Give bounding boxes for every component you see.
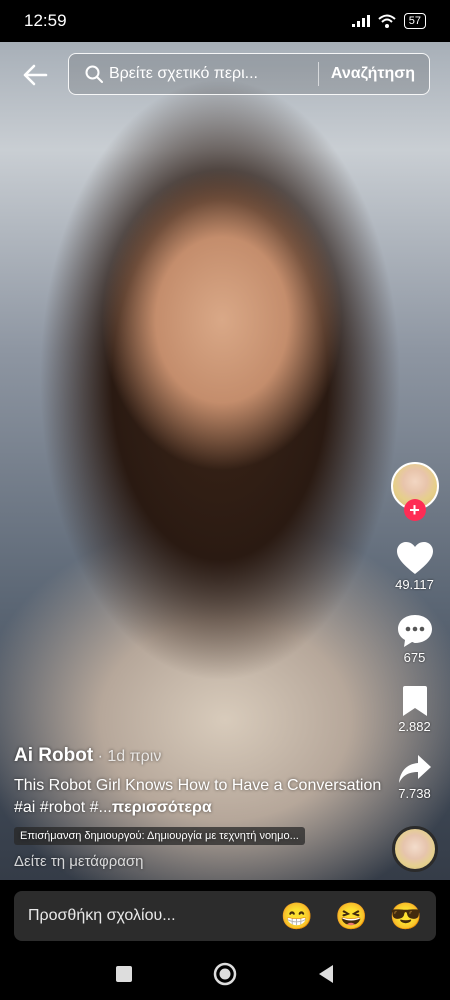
caption-text[interactable]: This Robot Girl Knows How to Have a Conv…: [14, 775, 384, 819]
emoji-cool-button[interactable]: 😎: [390, 901, 422, 932]
comment-icon: [397, 615, 432, 647]
share-button[interactable]: 7.738: [387, 754, 442, 801]
comment-button[interactable]: 675: [387, 614, 442, 665]
author-name[interactable]: Ai Robot: [14, 745, 93, 766]
see-more-link[interactable]: περισσότερα: [112, 799, 212, 816]
battery-icon: 57: [403, 13, 426, 29]
search-bar[interactable]: Βρείτε σχετικό περι... Αναζήτηση: [68, 53, 430, 95]
follow-plus-icon[interactable]: +: [403, 499, 426, 521]
share-icon: [398, 755, 431, 783]
translate-link[interactable]: Δείτε τη μετάφραση: [14, 853, 384, 870]
video-caption: Ai Robot · 1d πριν This Robot Girl Knows…: [14, 745, 384, 870]
arrow-left-icon: [23, 64, 48, 86]
emoji-laugh-button[interactable]: 😆: [335, 901, 367, 932]
status-icons: 57: [351, 13, 426, 29]
home-icon[interactable]: [213, 962, 237, 986]
creator-avatar-group[interactable]: +: [387, 462, 442, 521]
system-nav-bar: [0, 948, 450, 1000]
emoji-grin-button[interactable]: 😁: [281, 901, 313, 932]
comment-count: 675: [403, 650, 426, 665]
search-button[interactable]: Αναζήτηση: [317, 62, 429, 86]
recent-apps-icon[interactable]: [115, 965, 133, 983]
back-nav-icon[interactable]: [317, 964, 335, 984]
author-line: Ai Robot · 1d πριν: [14, 745, 384, 767]
comment-input[interactable]: Προσθήκη σχολίου...: [28, 907, 259, 925]
search-icon: [79, 65, 109, 83]
wifi-icon: [378, 14, 396, 28]
status-time: 12:59: [24, 11, 67, 30]
back-button[interactable]: [20, 60, 50, 90]
signal-icon: [351, 15, 370, 27]
search-input[interactable]: Βρείτε σχετικό περι...: [109, 65, 318, 83]
comment-bar[interactable]: Προσθήκη σχολίου... 😁 😆 😎: [14, 891, 436, 941]
status-bar: 12:59 57: [0, 0, 450, 42]
music-disc-avatar[interactable]: [392, 826, 438, 872]
ai-label-badge[interactable]: Επισήμανση δημιουργού: Δημιουργία με τεχ…: [14, 827, 305, 845]
save-count: 2.882: [398, 719, 431, 734]
save-button[interactable]: 2.882: [387, 685, 442, 734]
like-count: 49.117: [395, 577, 434, 592]
heart-icon: [396, 542, 433, 574]
post-time: · 1d πριν: [93, 748, 162, 765]
share-count: 7.738: [398, 786, 431, 801]
like-button[interactable]: 49.117: [387, 542, 442, 592]
bookmark-icon: [402, 686, 427, 716]
